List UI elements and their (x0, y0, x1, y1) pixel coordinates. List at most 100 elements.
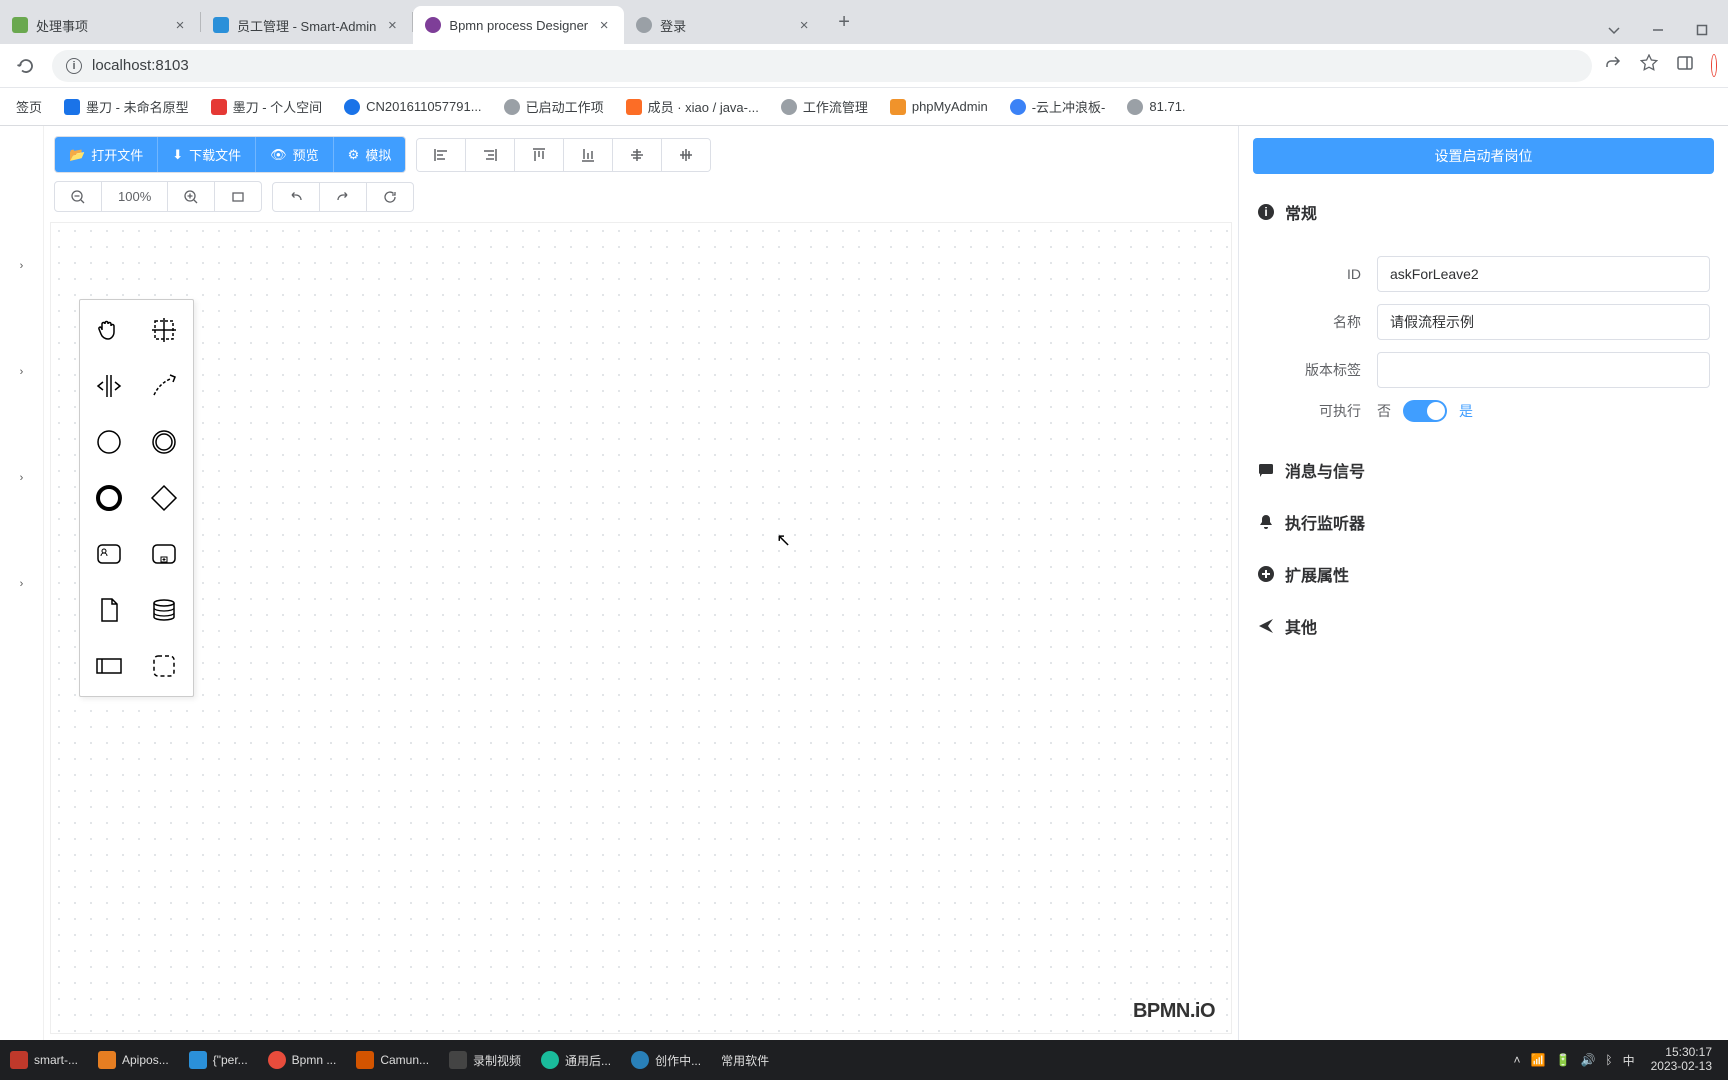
bookmark-icon (890, 99, 906, 115)
browser-tab[interactable]: 登录 × (624, 6, 824, 44)
bookmark-icon (781, 99, 797, 115)
tray-bluetooth-icon[interactable]: ᛒ (1605, 1053, 1612, 1067)
preview-button[interactable]: 👁预览 (256, 137, 334, 172)
start-event-tool[interactable] (82, 414, 137, 470)
taskbar-item[interactable]: Apipos... (88, 1040, 179, 1080)
align-right-button[interactable] (466, 139, 515, 171)
id-input[interactable] (1377, 256, 1710, 292)
taskbar-item[interactable]: 创作中... (621, 1040, 711, 1080)
section-extension[interactable]: 扩展属性 (1239, 548, 1728, 600)
section-other[interactable]: 其他 (1239, 600, 1728, 652)
redo-button[interactable] (320, 183, 367, 211)
align-top-button[interactable] (515, 139, 564, 171)
browser-tab[interactable]: 处理事项 × (0, 6, 200, 44)
bookmark-item[interactable]: -云上冲浪板- (1002, 93, 1114, 120)
chevron-right-icon[interactable]: › (12, 362, 32, 382)
participant-tool[interactable] (82, 638, 137, 694)
bpmn-diagram[interactable]: 人事部门审核 X 修改请假申请 (51, 223, 351, 373)
url-input[interactable]: i localhost:8103 (52, 50, 1592, 82)
data-store-tool[interactable] (137, 582, 192, 638)
executable-switch[interactable] (1403, 400, 1447, 422)
name-input[interactable] (1377, 304, 1710, 340)
canvas[interactable]: 人事部门审核 X 修改请假申请 ↖ BPMN.iO (50, 222, 1232, 1034)
align-center-v-button[interactable] (662, 139, 710, 171)
simulate-button[interactable]: ⚙模拟 (334, 137, 406, 172)
intermediate-event-tool[interactable] (137, 414, 192, 470)
site-info-icon[interactable]: i (66, 58, 82, 74)
section-message-signal[interactable]: 消息与信号 (1239, 444, 1728, 496)
data-object-tool[interactable] (82, 582, 137, 638)
taskbar-item[interactable]: 录制视频 (439, 1040, 531, 1080)
user-task-tool[interactable] (82, 526, 137, 582)
taskbar-item[interactable]: 通用后... (531, 1040, 621, 1080)
taskbar-item[interactable]: 常用软件 (711, 1040, 779, 1080)
zoom-fit-button[interactable] (215, 182, 261, 211)
tab-title: Bpmn process Designer (449, 18, 588, 33)
bookmark-item[interactable]: 已启动工作项 (496, 93, 612, 120)
align-left-button[interactable] (417, 139, 466, 171)
new-tab-button[interactable]: + (828, 6, 860, 38)
eye-icon: 👁 (270, 147, 287, 163)
profile-avatar[interactable] (1712, 57, 1716, 75)
bookmark-item[interactable]: 墨刀 - 个人空间 (203, 93, 331, 120)
end-event-tool[interactable] (82, 470, 137, 526)
maximize-icon[interactable] (1688, 16, 1716, 44)
zoom-level-display: 100% (102, 182, 168, 211)
bookmark-star-icon[interactable] (1640, 54, 1658, 77)
bookmark-item[interactable]: 签页 (8, 93, 50, 120)
app-icon (98, 1051, 116, 1069)
bookmark-item[interactable]: 81.71. (1119, 95, 1193, 119)
browser-tab[interactable]: 员工管理 - Smart-Admin × (201, 6, 412, 44)
close-icon[interactable]: × (172, 17, 188, 33)
clock[interactable]: 15:30:17 2023-02-13 (1645, 1046, 1718, 1074)
version-input[interactable] (1377, 352, 1710, 388)
side-panel-icon[interactable] (1676, 54, 1694, 77)
bookmark-icon (504, 99, 520, 115)
chevron-right-icon[interactable]: › (12, 468, 32, 488)
bookmark-bar: 签页 墨刀 - 未命名原型 墨刀 - 个人空间 CN201611057791..… (0, 88, 1728, 126)
section-listener[interactable]: 执行监听器 (1239, 496, 1728, 548)
minimize-icon[interactable] (1644, 16, 1672, 44)
chevron-right-icon[interactable]: › (12, 256, 32, 276)
zoom-in-button[interactable] (168, 182, 215, 211)
bookmark-item[interactable]: phpMyAdmin (882, 95, 996, 119)
tray-network-icon[interactable]: 📶 (1531, 1053, 1546, 1067)
gateway-tool[interactable] (137, 470, 192, 526)
taskbar-item[interactable]: {"per... (179, 1040, 258, 1080)
taskbar-item[interactable]: Camun... (346, 1040, 439, 1080)
bell-icon (1257, 513, 1275, 531)
taskbar-item[interactable]: smart-... (0, 1040, 88, 1080)
tray-battery-icon[interactable]: 🔋 (1555, 1053, 1570, 1067)
align-button-group (416, 138, 711, 172)
tray-chevron-up-icon[interactable]: ˄ (1514, 1053, 1521, 1067)
align-bottom-button[interactable] (564, 139, 613, 171)
open-file-button[interactable]: 📂打开文件 (55, 137, 158, 172)
section-general[interactable]: i 常规 (1239, 186, 1728, 238)
undo-button[interactable] (273, 183, 320, 211)
window-controls (1588, 16, 1728, 44)
taskbar-item[interactable]: Bpmn ... (258, 1040, 347, 1080)
close-icon[interactable]: × (796, 17, 812, 33)
align-center-h-button[interactable] (613, 139, 662, 171)
zoom-out-button[interactable] (55, 182, 102, 211)
chevron-down-icon[interactable] (1600, 16, 1628, 44)
close-icon[interactable]: × (384, 17, 400, 33)
reload-icon[interactable] (12, 52, 40, 80)
group-tool[interactable] (137, 638, 192, 694)
set-starter-role-button[interactable]: 设置启动者岗位 (1253, 138, 1714, 174)
bookmark-item[interactable]: 工作流管理 (773, 93, 876, 120)
zoom-toolbar: 100% (44, 177, 1238, 222)
download-file-button[interactable]: ⬇下载文件 (158, 137, 256, 172)
bookmark-item[interactable]: CN201611057791... (336, 95, 489, 119)
share-icon[interactable] (1604, 54, 1622, 77)
tray-volume-icon[interactable]: 🔊 (1580, 1053, 1595, 1067)
browser-tab-active[interactable]: Bpmn process Designer × (413, 6, 624, 44)
refresh-button[interactable] (367, 183, 413, 211)
subprocess-tool[interactable] (137, 526, 192, 582)
bookmark-item[interactable]: 墨刀 - 未命名原型 (56, 93, 197, 120)
ime-indicator[interactable]: 中 (1623, 1052, 1635, 1069)
download-icon: ⬇ (172, 147, 183, 163)
close-icon[interactable]: × (596, 17, 612, 33)
chevron-right-icon[interactable]: › (12, 574, 32, 594)
bookmark-item[interactable]: 成员 · xiao / java-... (618, 93, 767, 120)
